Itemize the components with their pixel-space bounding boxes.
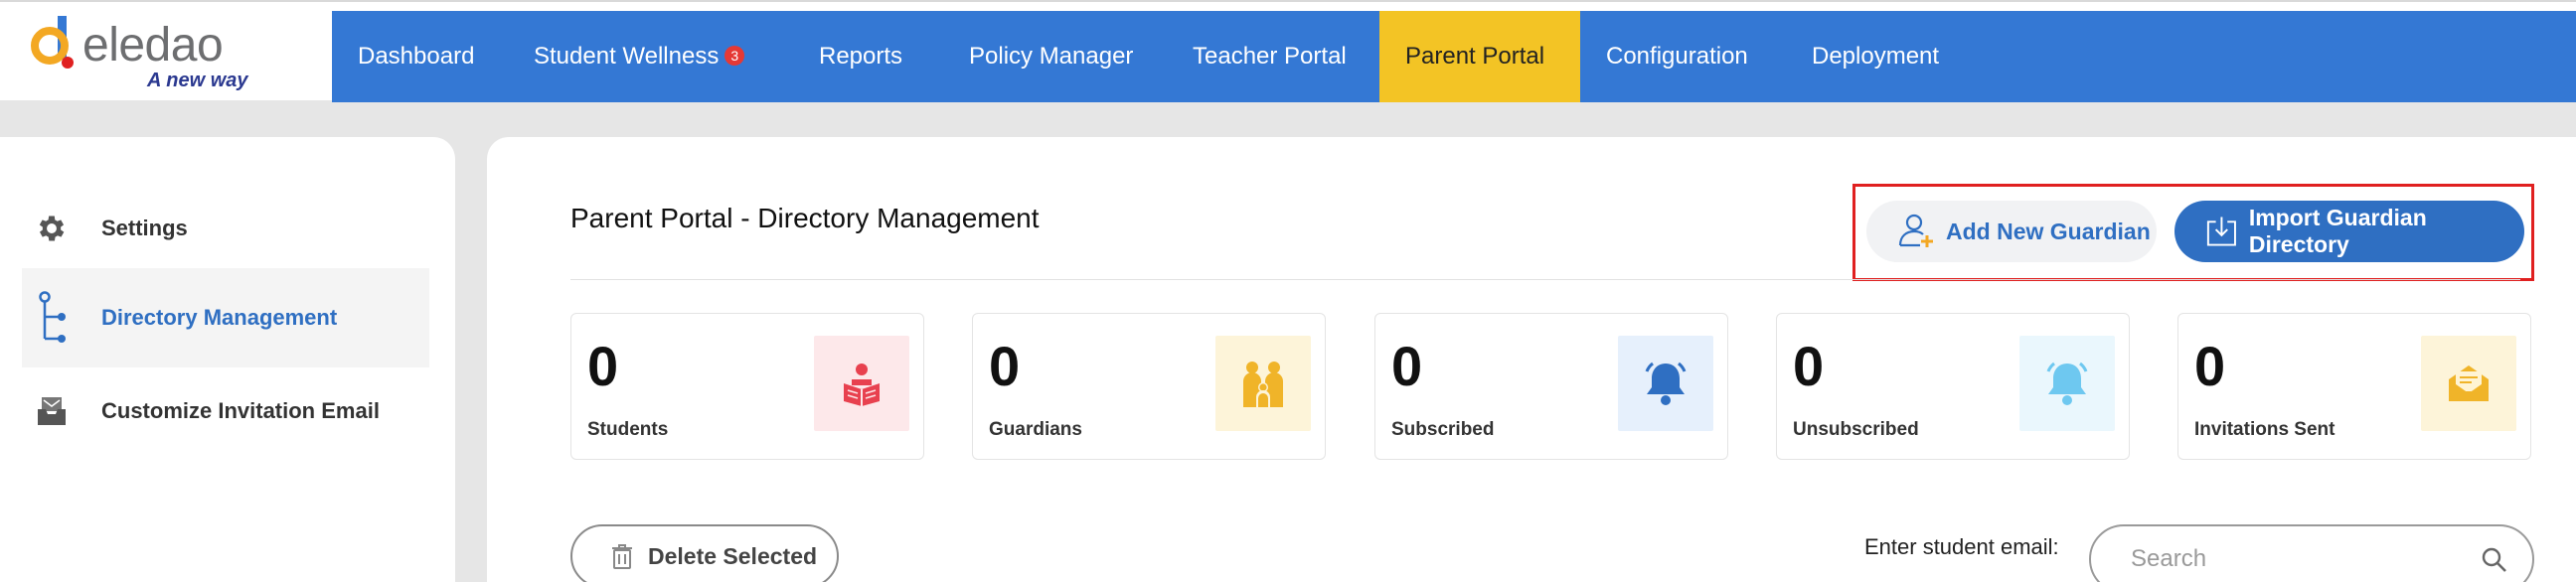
notification-badge: 3 (724, 45, 745, 66)
nav-deployment[interactable]: Deployment (1812, 11, 1939, 102)
search-input[interactable] (2131, 540, 2459, 578)
nav-configuration[interactable]: Configuration (1606, 11, 1748, 102)
sidebar-item-label: Settings (101, 216, 188, 240)
search-icon[interactable] (2481, 546, 2508, 574)
nav-label: Parent Portal (1405, 43, 1545, 70)
add-user-icon (1898, 214, 1933, 247)
tree-icon (34, 291, 70, 343)
add-guardian-button[interactable]: Add New Guardian (1866, 201, 2157, 262)
nav-student-wellness[interactable]: Student Wellness 3 (534, 11, 745, 102)
nav-parent-portal[interactable]: Parent Portal (1379, 11, 1580, 102)
reading-student-icon (814, 336, 909, 431)
import-label: Import Guardian Directory (2248, 205, 2427, 257)
nav-label: Dashboard (358, 43, 475, 70)
nav-reports[interactable]: Reports (819, 11, 902, 102)
stat-value: 0 (1391, 335, 1423, 397)
delete-selected-label: Delete Selected (648, 542, 818, 569)
trash-icon (612, 544, 632, 569)
title-divider (570, 279, 2520, 280)
nav-label: Reports (819, 43, 903, 70)
stat-label: Subscribed (1391, 419, 1495, 440)
stat-card-students: 0 Students (570, 313, 924, 460)
stat-value: 0 (989, 335, 1021, 397)
stat-value: 0 (2194, 335, 2226, 397)
stat-label: Guardians (989, 419, 1082, 440)
gear-icon (34, 209, 70, 248)
logo-mark-icon (31, 16, 74, 69)
logo[interactable]: eledao A new way (28, 12, 266, 96)
nav-dashboard[interactable]: Dashboard (358, 11, 474, 102)
main-nav: Dashboard Student Wellness 3 Reports Poli… (332, 11, 2576, 102)
student-email-label: Enter student email: (1864, 534, 2059, 559)
logo-brand: eledao (82, 19, 224, 72)
sidebar-item-directory-management[interactable]: Directory Management (22, 268, 429, 367)
delete-selected-button[interactable]: Delete Selected (570, 524, 839, 582)
nav-policy-manager[interactable]: Policy Manager (969, 11, 1133, 102)
stat-card-subscribed: 0 Subscribed (1374, 313, 1728, 460)
sidebar-item-label: Customize Invitation Email (101, 398, 380, 423)
sidebar: Settings Directory Management Customize … (0, 137, 455, 582)
import-icon (2206, 217, 2236, 246)
stat-value: 0 (1793, 335, 1825, 397)
search-box (2089, 524, 2534, 582)
nav-label: Configuration (1606, 43, 1748, 70)
family-icon (1215, 336, 1311, 431)
nav-label: Policy Manager (969, 43, 1134, 70)
stat-label: Students (587, 419, 669, 440)
sidebar-item-customize-invitation-email[interactable]: Customize Invitation Email (22, 362, 429, 461)
nav-label: Teacher Portal (1193, 43, 1347, 70)
nav-label: Student Wellness (534, 43, 720, 70)
main-panel: Parent Portal - Directory Management Add… (487, 137, 2576, 582)
import-guardian-directory-button[interactable]: Import Guardian Directory (2174, 201, 2524, 262)
stat-card-guardians: 0 Guardians (972, 313, 1326, 460)
bell-icon (1618, 336, 1713, 431)
nav-teacher-portal[interactable]: Teacher Portal (1193, 11, 1347, 102)
stat-card-unsubscribed: 0 Unsubscribed (1776, 313, 2130, 460)
sidebar-item-settings[interactable]: Settings (22, 179, 429, 278)
add-guardian-label: Add New Guardian (1946, 218, 2151, 244)
open-envelope-icon (2421, 336, 2516, 431)
stat-label: Unsubscribed (1793, 419, 1919, 440)
stat-value: 0 (587, 335, 619, 397)
nav-label: Deployment (1812, 43, 1940, 70)
bell-off-icon (2019, 336, 2115, 431)
logo-tagline: A new way (147, 70, 248, 91)
sidebar-item-label: Directory Management (101, 305, 338, 330)
stat-label: Invitations Sent (2194, 419, 2335, 440)
page-title: Parent Portal - Directory Management (570, 203, 1040, 233)
stat-card-invitations-sent: 0 Invitations Sent (2177, 313, 2531, 460)
top-bar: eledao A new way Dashboard Student Welln… (0, 0, 2576, 102)
mail-tray-icon (34, 391, 70, 431)
